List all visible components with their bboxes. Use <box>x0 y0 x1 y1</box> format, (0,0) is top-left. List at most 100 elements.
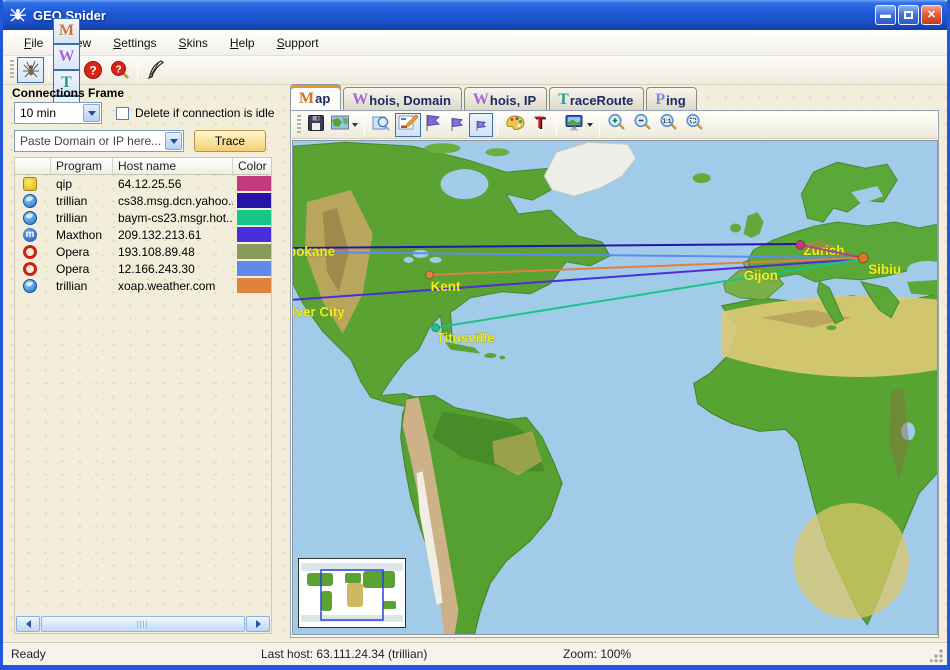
scroll-right-button[interactable] <box>246 616 270 632</box>
map-toolbar-grip[interactable] <box>297 115 301 135</box>
connection-row[interactable]: trillianbaym-cs23.msgr.hot... <box>15 209 271 226</box>
minimap[interactable] <box>298 558 406 628</box>
connection-row[interactable]: Opera193.108.89.48 <box>15 243 271 260</box>
column-header-Host name[interactable]: Host name <box>113 158 233 174</box>
program-cell: qip <box>51 177 113 191</box>
host-input-placeholder: Paste Domain or IP here... <box>15 134 165 148</box>
zoom-actual-button[interactable] <box>682 113 708 137</box>
map-colors-button[interactable] <box>502 113 528 137</box>
city-label-spokane: Spokane <box>293 244 336 259</box>
host-cell: baym-cs23.msgr.hot... <box>113 211 233 225</box>
map-font-button[interactable]: TT <box>528 113 552 137</box>
edit-map-icon <box>397 113 419 138</box>
zoom-region-button[interactable] <box>369 113 395 137</box>
menu-item-file[interactable]: File <box>13 33 54 53</box>
host-cell: 64.12.25.56 <box>113 177 233 191</box>
color-swatch <box>237 193 271 208</box>
connections-frame: Connections Frame 10 min Delete if conne… <box>10 86 282 638</box>
trillian-icon <box>23 279 37 293</box>
connection-row[interactable]: trillianxoap.weather.com <box>15 277 271 294</box>
zoom-in-icon <box>606 112 628 139</box>
chevron-down-icon[interactable] <box>83 104 100 122</box>
svg-text:T: T <box>534 113 545 132</box>
flag-small-button[interactable] <box>469 113 493 137</box>
map-toolbar-separator <box>364 115 365 136</box>
idle-interval-select[interactable]: 10 min <box>14 102 102 124</box>
zoom-in-button[interactable] <box>604 113 630 137</box>
help-search-button[interactable]: ? <box>106 57 133 83</box>
menu-bar: FileViewSettingsSkinsHelpSupport <box>3 30 947 56</box>
world-map[interactable]: ZurichSpokaneSilver CityKentTitusvilleGi… <box>292 140 938 635</box>
quill-button[interactable] <box>142 57 169 83</box>
status-ready: Ready <box>11 647 46 661</box>
tab-whois-domain[interactable]: Whois, Domain <box>343 87 462 110</box>
connection-row[interactable]: trilliancs38.msg.dcn.yahoo... <box>15 192 271 209</box>
scroll-left-button[interactable] <box>16 616 40 632</box>
column-header-icon[interactable] <box>15 158 51 174</box>
screen-mode-button[interactable] <box>561 113 595 137</box>
toolbar-grip[interactable] <box>10 60 14 80</box>
help-search-icon: ? <box>109 59 131 81</box>
maxthon-icon <box>23 228 37 242</box>
tab-traceroute[interactable]: TraceRoute <box>549 87 644 110</box>
map-toolbar-separator <box>497 115 498 136</box>
color-swatch <box>237 244 271 259</box>
city-label-sibiu: Sibiu <box>868 262 901 277</box>
connection-line <box>430 258 864 275</box>
host-cell: 209.132.213.61 <box>113 228 233 242</box>
connection-row[interactable]: qip64.12.25.56 <box>15 175 271 192</box>
menu-item-settings[interactable]: Settings <box>102 33 167 53</box>
edit-map-button[interactable] <box>395 113 421 137</box>
map-picker-button[interactable] <box>328 113 360 137</box>
app-logo-spider-icon <box>8 5 28 25</box>
chevron-down-icon[interactable] <box>165 132 182 150</box>
flag-large-button[interactable] <box>421 113 445 137</box>
help-button[interactable]: ? <box>79 57 106 83</box>
program-cell: Opera <box>51 245 113 259</box>
host-input-combo[interactable]: Paste Domain or IP here... <box>14 130 184 152</box>
host-cell: cs38.msg.dcn.yahoo... <box>113 194 233 208</box>
delete-idle-checkbox[interactable] <box>116 107 129 120</box>
scrollbar-thumb[interactable] <box>41 616 245 632</box>
trillian-icon <box>23 194 37 208</box>
opera-icon <box>22 261 38 277</box>
connection-row[interactable]: Maxthon209.132.213.61 <box>15 226 271 243</box>
connections-frame-title: Connections Frame <box>12 86 282 100</box>
connection-row[interactable]: Opera12.166.243.30 <box>15 260 271 277</box>
status-last-host: Last host: 63.111.24.34 (trillian) <box>261 647 427 661</box>
column-header-Program[interactable]: Program <box>51 158 113 174</box>
save-map-button[interactable] <box>304 113 328 137</box>
chevron-down-icon <box>587 123 593 127</box>
flag-medium-button[interactable] <box>445 113 469 137</box>
map-letter-button[interactable]: M <box>53 18 80 44</box>
menu-item-skins[interactable]: Skins <box>168 33 219 53</box>
map-letter-button-letter: M <box>59 23 74 39</box>
resize-grip[interactable] <box>930 649 943 662</box>
whois-letter-button[interactable]: W <box>53 44 80 70</box>
spider-trace-button[interactable] <box>17 57 44 83</box>
trace-button[interactable]: Trace <box>194 130 266 152</box>
menu-item-help[interactable]: Help <box>219 33 266 53</box>
tab-ping[interactable]: Ping <box>646 87 696 110</box>
color-swatch <box>237 227 271 242</box>
city-label-silver-city: Silver City <box>293 305 345 320</box>
zoom-actual-icon <box>684 112 706 139</box>
close-button[interactable]: ✕ <box>921 5 942 25</box>
zoom-fit-button[interactable]: 1:1 <box>656 113 682 137</box>
city-label-titusville: Titusville <box>437 331 496 346</box>
menu-item-support[interactable]: Support <box>266 33 330 53</box>
connection-line <box>436 259 864 328</box>
tab-whois-ip[interactable]: Whois, IP <box>464 87 547 110</box>
main-toolbar: MWTP ? ? <box>3 56 947 85</box>
color-swatch <box>237 210 271 225</box>
map-toolbar-separator <box>599 115 600 136</box>
svg-text:?: ? <box>115 65 121 76</box>
program-cell: trillian <box>51 194 113 208</box>
maximize-button[interactable] <box>898 5 919 25</box>
delete-idle-label: Delete if connection is idle <box>135 106 274 120</box>
tab-map[interactable]: Map <box>290 84 341 110</box>
zoom-region-icon <box>371 113 393 138</box>
column-header-Color[interactable]: Color <box>233 158 271 174</box>
minimize-button[interactable]: ▬ <box>875 5 896 25</box>
zoom-out-button[interactable] <box>630 113 656 137</box>
